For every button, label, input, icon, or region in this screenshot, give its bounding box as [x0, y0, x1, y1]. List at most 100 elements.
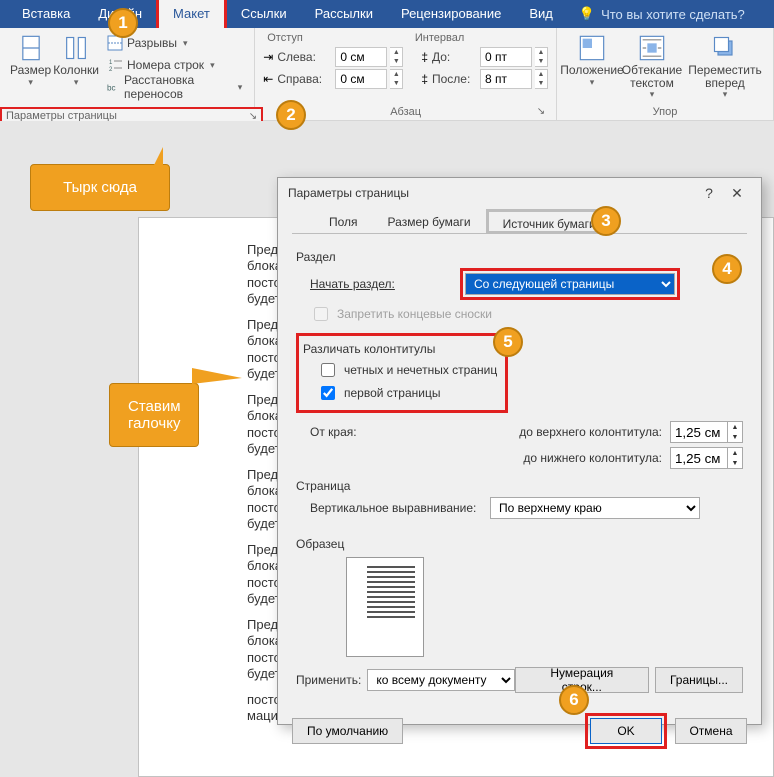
to-footer-label: до нижнего колонтитула:	[523, 451, 662, 465]
svg-text:1: 1	[109, 60, 113, 66]
spacing-heading: Интервал	[415, 32, 464, 44]
tab-view[interactable]: Вид	[515, 0, 567, 28]
tab-references[interactable]: Ссылки	[227, 0, 301, 28]
to-header-field[interactable]: ▲▼	[670, 421, 743, 443]
chevron-down-icon: ▾	[650, 89, 655, 100]
spacing-before-field[interactable]: ‡ До: ▲▼	[421, 46, 548, 68]
to-header-label: до верхнего колонтитула:	[519, 425, 662, 439]
position-icon	[578, 34, 606, 62]
default-button[interactable]: По умолчанию	[292, 718, 403, 744]
tell-me-label: Что вы хотите сделать?	[601, 7, 745, 22]
bring-forward-label: Переместить вперед	[685, 64, 765, 89]
headers-footers-heading: Различать колонтитулы	[303, 342, 497, 356]
to-header-input[interactable]	[670, 421, 728, 443]
hyphenation-icon: bc	[107, 79, 120, 95]
callout-tyrk: Тырк сюда	[30, 164, 170, 211]
spacing-after-input[interactable]	[480, 69, 532, 89]
close-icon[interactable]: ✕	[723, 185, 751, 202]
position-label: Положение	[560, 64, 623, 77]
chevron-down-icon: ▾	[74, 77, 79, 88]
spinner[interactable]: ▲▼	[535, 47, 548, 67]
indent-heading: Отступ	[267, 32, 303, 44]
line-numbers-label: Номера строк	[127, 58, 204, 72]
ok-highlight: OK	[585, 713, 667, 749]
to-footer-input[interactable]	[670, 447, 728, 469]
bulb-icon: 💡	[579, 6, 595, 22]
columns-label: Колонки	[53, 64, 99, 77]
page-size-icon	[17, 34, 45, 62]
columns-icon	[62, 34, 90, 62]
chevron-down-icon: ▾	[210, 60, 215, 71]
wrap-text-button[interactable]: Обтекание текстом ▾	[619, 32, 685, 104]
cancel-button[interactable]: Отмена	[675, 718, 747, 744]
spinner[interactable]: ▲▼	[535, 69, 548, 89]
section-start-select[interactable]: Со следующей страницы	[465, 273, 675, 295]
section-start-label: Начать раздел:	[310, 277, 395, 291]
annotation-badge-3: 3	[591, 206, 621, 236]
bring-forward-icon	[711, 34, 739, 62]
group-arrange: Положение ▾ Обтекание текстом ▾ Перемест…	[557, 28, 774, 120]
svg-text:2: 2	[109, 67, 113, 73]
spacing-before-label: До:	[432, 50, 476, 64]
paragraph-launcher[interactable]: ↘	[534, 104, 548, 118]
to-footer-field[interactable]: ▲▼	[670, 447, 743, 469]
indent-left-label: Слева:	[277, 50, 331, 64]
tab-layout[interactable]: Макет	[156, 0, 227, 28]
suppress-endnotes-checkbox	[314, 307, 328, 321]
section-heading: Раздел	[296, 250, 743, 264]
page-setup-dialog: Параметры страницы ? ✕ Поля Размер бумаг…	[277, 177, 762, 725]
annotation-badge-2: 2	[276, 100, 306, 130]
size-label: Размер	[10, 64, 51, 77]
indent-left-input[interactable]	[335, 47, 387, 67]
indent-right-input[interactable]	[335, 69, 387, 89]
spinner[interactable]: ▲▼	[390, 69, 403, 89]
diff-odd-even-label: четных и нечетных страниц	[344, 363, 497, 377]
hyphenation-button[interactable]: bc Расстановка переносов ▾	[103, 76, 246, 98]
vert-align-label: Вертикальное выравнивание:	[310, 501, 490, 515]
dialog-tabs: Поля Размер бумаги Источник бумаги	[292, 208, 747, 234]
indent-right-label: Справа:	[277, 72, 331, 86]
suppress-endnotes-label: Запретить концевые сноски	[337, 307, 492, 321]
tab-review[interactable]: Рецензирование	[387, 0, 515, 28]
diff-first-checkbox[interactable]	[321, 386, 335, 400]
wrap-text-label: Обтекание текстом	[619, 64, 685, 89]
spacing-after-label: После:	[432, 72, 476, 86]
borders-button[interactable]: Границы...	[655, 667, 743, 693]
wrap-text-icon	[638, 34, 666, 62]
annotation-badge-1: 1	[108, 8, 138, 38]
diff-odd-even-checkbox[interactable]	[321, 363, 335, 377]
preview-heading: Образец	[296, 537, 743, 551]
tab-mailings[interactable]: Рассылки	[301, 0, 387, 28]
from-edge-label: От края:	[310, 425, 390, 439]
indent-left-field[interactable]: ⇥ Слева: ▲▼	[263, 46, 403, 68]
columns-button[interactable]: Колонки ▾	[53, 32, 99, 118]
spacing-after-field[interactable]: ‡ После: ▲▼	[421, 68, 548, 90]
chevron-down-icon: ▾	[723, 89, 728, 100]
apply-to-label: Применить:	[296, 673, 361, 687]
tab-insert[interactable]: Вставка	[8, 0, 84, 28]
apply-to-select[interactable]: ко всему документу	[367, 669, 514, 691]
spacing-before-input[interactable]	[480, 47, 532, 67]
dialog-body: Раздел Начать раздел: Со следующей стран…	[278, 234, 761, 705]
vert-align-select[interactable]: По верхнему краю	[490, 497, 700, 519]
annotation-badge-5: 5	[493, 327, 523, 357]
position-button[interactable]: Положение ▾	[565, 32, 619, 104]
tab-paper-size[interactable]: Размер бумаги	[373, 209, 486, 234]
indent-left-icon: ⇥	[263, 50, 273, 64]
arrange-group-label: Упор	[565, 104, 765, 118]
size-button[interactable]: Размер ▾	[8, 32, 53, 118]
indent-right-field[interactable]: ⇤ Справа: ▲▼	[263, 68, 403, 90]
page-heading: Страница	[296, 479, 743, 493]
spacing-before-icon: ‡	[421, 50, 428, 64]
chevron-down-icon: ▾	[183, 38, 188, 49]
ok-button[interactable]: OK	[590, 718, 662, 744]
tell-me-search[interactable]: 💡 Что вы хотите сделать?	[579, 6, 745, 22]
callout-check: Ставим галочку	[109, 383, 199, 447]
bring-forward-button[interactable]: Переместить вперед ▾	[685, 32, 765, 104]
help-icon[interactable]: ?	[695, 185, 723, 201]
tab-fields[interactable]: Поля	[314, 209, 373, 234]
dialog-footer: По умолчанию OK Отмена	[278, 705, 761, 757]
svg-text:bc: bc	[107, 83, 116, 92]
spinner[interactable]: ▲▼	[390, 47, 403, 67]
section-start-highlight: Со следующей страницы	[460, 268, 680, 300]
